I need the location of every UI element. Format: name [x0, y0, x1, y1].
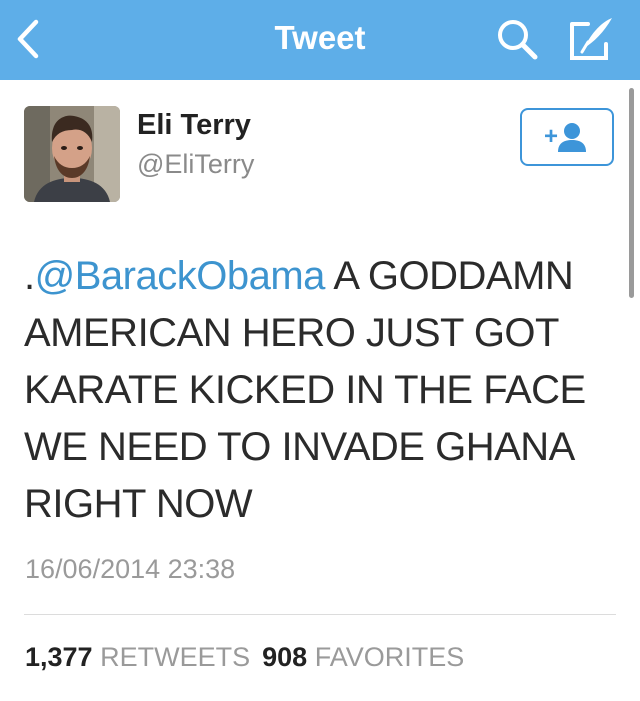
navigation-bar: Tweet [0, 0, 640, 80]
search-button[interactable] [494, 16, 542, 62]
tweet-stats: 1,377 RETWEETS 908 FAVORITES [25, 640, 464, 674]
follow-button[interactable]: + [520, 108, 614, 166]
timestamp: 16/06/2014 23:38 [25, 554, 236, 584]
username[interactable]: @EliTerry [137, 148, 254, 180]
display-name[interactable]: Eli Terry [137, 108, 251, 142]
mention-link[interactable]: @BarackObama [35, 254, 326, 298]
tweet-text: .@BarackObama A GODDAMN AMERICAN HERO JU… [24, 248, 624, 533]
divider [24, 614, 616, 615]
favorites-label: FAVORITES [314, 642, 465, 672]
back-button[interactable] [10, 16, 54, 62]
search-icon [498, 20, 538, 60]
favorites-stat[interactable]: 908 FAVORITES [262, 642, 464, 672]
favorites-count: 908 [262, 642, 308, 672]
svg-text:+: + [544, 123, 558, 150]
tweet-text-prefix: . [24, 254, 35, 298]
compose-button[interactable] [566, 14, 618, 64]
scrollbar[interactable] [629, 88, 634, 298]
retweets-count: 1,377 [25, 642, 93, 672]
compose-icon [570, 18, 612, 60]
avatar[interactable] [24, 106, 120, 202]
chevron-left-icon [17, 19, 39, 59]
retweets-stat[interactable]: 1,377 RETWEETS [25, 642, 250, 672]
retweets-label: RETWEETS [100, 642, 251, 672]
add-user-icon: + [544, 123, 586, 152]
page-title: Tweet [274, 19, 366, 56]
